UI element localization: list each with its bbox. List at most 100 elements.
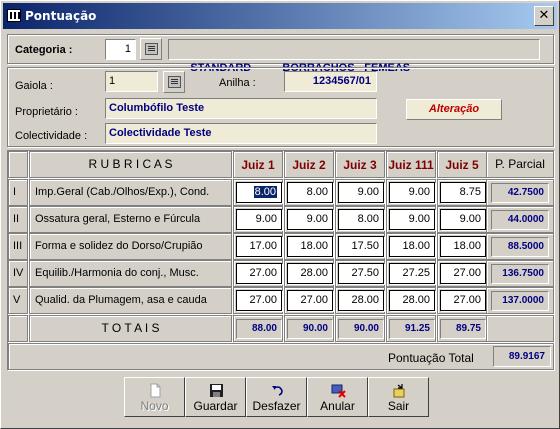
close-button[interactable]: ✕: [534, 6, 554, 26]
categoria-panel: Categoria : 1 STANDARD - BORRACHOS - FEM…: [7, 34, 554, 74]
totals-roman-cell: [8, 315, 28, 342]
score-input[interactable]: 28.00: [287, 263, 333, 284]
roman-numeral: III: [13, 240, 23, 252]
partial-cell: 136.7500: [486, 260, 554, 287]
score-input[interactable]: 18.00: [440, 236, 486, 257]
total-cell: 90.00: [335, 315, 385, 342]
roman-cell: I: [8, 179, 28, 206]
total-value: 88.00: [236, 319, 282, 339]
partial-value: 136.7500: [491, 264, 549, 284]
sair-label: Sair: [387, 399, 410, 413]
score-cell: 28.00: [335, 287, 385, 314]
score-input[interactable]: 18.00: [287, 236, 333, 257]
score-input[interactable]: 9.00: [440, 209, 486, 230]
score-input[interactable]: 9.00: [389, 209, 435, 230]
score-input[interactable]: 27.00: [440, 290, 486, 311]
score-value: 9.00: [255, 213, 277, 225]
score-value: 17.50: [351, 240, 379, 252]
score-cell: 27.00: [233, 260, 283, 287]
total-cell: 89.75: [437, 315, 487, 342]
rubrica-cell: Forma e solidez do Dorso/Crupião: [29, 233, 232, 260]
score-input[interactable]: 27.25: [389, 263, 435, 284]
score-input[interactable]: 27.00: [440, 263, 486, 284]
guardar-button[interactable]: Guardar: [185, 377, 246, 417]
score-value: 27.00: [453, 294, 481, 306]
judge-header: Juiz 111: [388, 158, 434, 172]
score-input[interactable]: 9.00: [287, 209, 333, 230]
gaiola-code-input[interactable]: 1: [105, 71, 158, 92]
score-cell: 28.00: [386, 287, 436, 314]
score-input[interactable]: 27.00: [287, 290, 333, 311]
score-input[interactable]: 18.00: [389, 236, 435, 257]
total-score-label: Pontuação Total: [388, 351, 474, 365]
roman-cell: IV: [8, 260, 28, 287]
score-cell: 9.00: [335, 179, 385, 206]
rubricas-header-cell: R U B R I C A S: [29, 151, 232, 178]
rubrica-cell: Equilib./Harmonia do conj., Musc.: [29, 260, 232, 287]
title-bar[interactable]: Pontuação ✕: [3, 3, 557, 29]
score-input[interactable]: 8.75: [440, 182, 486, 203]
score-input[interactable]: 17.00: [236, 236, 282, 257]
categoria-code-input[interactable]: 1: [105, 39, 136, 60]
desfazer-button[interactable]: Desfazer: [246, 377, 307, 417]
score-input[interactable]: 27.50: [338, 263, 384, 284]
lookup-icon: [145, 43, 158, 55]
roman-cell: V: [8, 287, 28, 314]
anular-button[interactable]: Anular: [307, 377, 368, 417]
score-cell: 27.50: [335, 260, 385, 287]
proprietario-label: Proprietário :: [15, 106, 78, 118]
score-value: 8.75: [459, 186, 481, 198]
partial-cell: 88.5000: [486, 233, 554, 260]
novo-button[interactable]: Novo: [124, 377, 185, 417]
partial-cell: 42.7500: [486, 179, 554, 206]
anilha-value: 1234567/01: [284, 71, 377, 92]
score-input[interactable]: 9.00: [236, 209, 282, 230]
score-input[interactable]: 28.00: [389, 290, 435, 311]
exit-icon: [393, 384, 405, 398]
categoria-lookup-button[interactable]: [140, 38, 162, 60]
novo-label: Novo: [140, 399, 169, 413]
score-cell: 27.00: [284, 287, 334, 314]
totals-label-cell: T O T A I S: [29, 315, 232, 342]
score-value: 9.00: [408, 186, 430, 198]
score-input[interactable]: 8.00: [287, 182, 333, 203]
score-input[interactable]: 9.00: [338, 182, 384, 203]
score-value: 18.00: [300, 240, 328, 252]
total-score-row: Pontuação Total 89.9167: [8, 343, 554, 370]
score-input[interactable]: 9.00: [389, 182, 435, 203]
roman-header-cell: [8, 151, 28, 178]
score-value: 9.00: [408, 213, 430, 225]
rubrica-cell: Imp.Geral (Cab./Olhos/Exp.), Cond.: [29, 179, 232, 206]
score-value: 8.00: [357, 213, 379, 225]
score-table: R U B R I C A S Juiz 1 Juiz 2 Juiz 3 Juiz 1…: [7, 150, 554, 370]
score-value: 9.00: [357, 186, 379, 198]
rubrica-cell: Qualid. da Plumagem, asa e cauda: [29, 287, 232, 314]
judge-header-cell: Juiz 111: [386, 151, 436, 178]
score-cell: 17.00: [233, 233, 283, 260]
score-cell: 9.00: [386, 179, 436, 206]
score-cell: 28.00: [284, 260, 334, 287]
score-cell: 8.75: [437, 179, 487, 206]
score-value: 9.00: [459, 213, 481, 225]
gaiola-lookup-button[interactable]: [163, 71, 185, 93]
score-input[interactable]: 17.50: [338, 236, 384, 257]
score-value: 9.00: [306, 213, 328, 225]
score-cell: 27.00: [233, 287, 283, 314]
colectividade-label: Colectividade :: [15, 130, 88, 142]
score-input[interactable]: 27.00: [236, 263, 282, 284]
lookup-icon: [168, 76, 181, 88]
score-value: 8.00: [306, 186, 328, 198]
score-input[interactable]: 28.00: [338, 290, 384, 311]
total-score-value: 89.9167: [493, 346, 551, 367]
score-input[interactable]: 8.00: [338, 209, 384, 230]
score-input[interactable]: 8.00: [236, 182, 282, 203]
cancel-icon: [331, 384, 346, 398]
partial-value: 137.0000: [491, 291, 549, 311]
score-input[interactable]: 27.00: [236, 290, 282, 311]
rubrica-label: Qualid. da Plumagem, asa e cauda: [35, 294, 207, 306]
score-cell: 8.00: [233, 179, 283, 206]
roman-cell: III: [8, 233, 28, 260]
colectividade-value: Colectividade Teste: [105, 123, 377, 144]
sair-button[interactable]: Sair: [368, 377, 429, 417]
categoria-label: Categoria :: [15, 44, 73, 56]
